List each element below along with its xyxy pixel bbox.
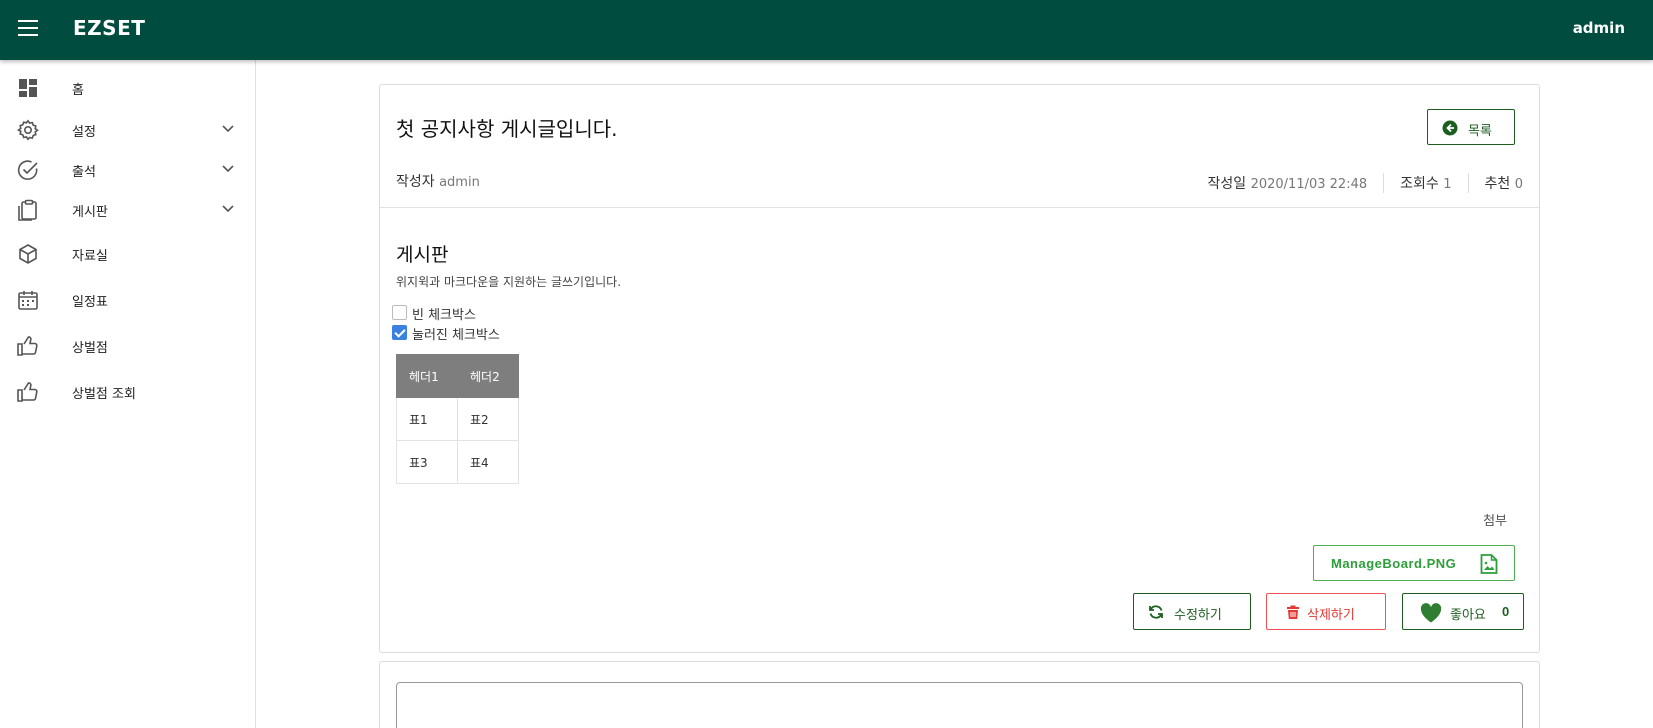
sidebar-item-merits-lookup[interactable]: 상벌점 조회: [0, 372, 255, 412]
views-label: 조회수: [1400, 176, 1439, 192]
sidebar-item-label: 상벌점: [72, 341, 108, 356]
table-header-cell: 헤더1: [396, 354, 458, 398]
divider: [380, 207, 1539, 208]
arrow-left-circle-icon: [1442, 120, 1458, 136]
post-title: 첫 공지사항 게시글입니다.: [396, 117, 618, 141]
comment-card: [379, 661, 1540, 728]
table-cell: 표4: [457, 440, 519, 484]
thumbs-up-icon: [17, 382, 38, 402]
table-cell: 표2: [457, 397, 519, 441]
checkbox-empty[interactable]: [392, 305, 407, 320]
checkbox-label: 빈 체크박스: [412, 308, 476, 323]
recommend-value: 0: [1514, 177, 1523, 192]
refresh-icon: [1149, 605, 1163, 619]
thumbs-up-icon: [17, 336, 38, 356]
clipboard-icon: [18, 199, 37, 221]
post-meta: 작성일 2020/11/03 22:48 조회수 1 추천 0: [1192, 173, 1523, 193]
sidebar-item-schedule[interactable]: 일정표: [0, 280, 255, 320]
sidebar-item-label: 자료실: [72, 249, 108, 264]
edit-button-label: 수정하기: [1174, 607, 1222, 622]
chevron-down-icon[interactable]: [220, 120, 236, 136]
checkbox-checked[interactable]: [392, 325, 407, 340]
delete-button[interactable]: 삭제하기: [1266, 593, 1386, 630]
table-cell: 표1: [396, 397, 458, 441]
date-label: 작성일: [1207, 176, 1247, 192]
sidebar-item-board[interactable]: 게시판: [0, 190, 255, 230]
chevron-down-icon[interactable]: [220, 200, 236, 216]
like-count: 0: [1502, 604, 1510, 619]
post-views: 조회수 1: [1383, 173, 1467, 193]
sidebar-item-label: 설정: [72, 125, 96, 140]
trash-icon: [1287, 605, 1299, 619]
hamburger-icon[interactable]: [18, 20, 38, 36]
attachment-label: 첨부: [1483, 514, 1507, 529]
recommend-label: 추천: [1484, 176, 1511, 192]
attachment-file-button[interactable]: ManageBoard.PNG: [1313, 545, 1515, 581]
delete-button-label: 삭제하기: [1307, 607, 1355, 622]
check-circle-icon: [17, 160, 38, 180]
calendar-icon: [18, 291, 38, 310]
cube-icon: [19, 244, 37, 264]
date-value: 2020/11/03 22:48: [1250, 177, 1368, 192]
app-brand[interactable]: EZSET: [73, 16, 145, 40]
table-row: 표3 표4: [396, 440, 519, 484]
dashboard-icon: [19, 79, 37, 97]
comment-input[interactable]: [396, 682, 1523, 728]
author-value: admin: [439, 175, 480, 190]
sidebar-item-archive[interactable]: 자료실: [0, 234, 255, 274]
sidebar-item-home[interactable]: 홈: [0, 68, 255, 108]
table-header-row: 헤더1 헤더2: [396, 354, 519, 398]
image-file-icon: [1480, 554, 1498, 574]
attachment-file-name: ManageBoard.PNG: [1331, 556, 1457, 571]
content-table: 헤더1 헤더2 표1 표2 표3 표4: [396, 354, 519, 484]
views-value: 1: [1443, 177, 1452, 192]
sidebar-item-settings[interactable]: 설정: [0, 110, 255, 150]
table-cell: 표3: [396, 440, 458, 484]
author-label: 작성자: [396, 174, 435, 190]
content-heading: 게시판: [396, 244, 449, 266]
heart-icon: [1420, 603, 1442, 623]
top-app-bar: EZSET admin: [0, 0, 1653, 60]
sidebar-item-label: 출석: [72, 165, 96, 180]
user-name[interactable]: admin: [1573, 19, 1625, 37]
post-card: 첫 공지사항 게시글입니다. 목록 작성자 admin 작성일 2020/11/…: [379, 84, 1540, 653]
post-recommend: 추천 0: [1467, 173, 1523, 193]
sidebar-item-label: 홈: [72, 83, 84, 98]
sidebar-item-label: 상벌점 조회: [72, 387, 136, 402]
gear-icon: [16, 119, 39, 141]
sidebar-item-merits[interactable]: 상벌점: [0, 326, 255, 366]
list-button-label: 목록: [1468, 123, 1492, 138]
like-button-label: 좋아요: [1450, 607, 1486, 622]
post-author: 작성자 admin: [396, 171, 480, 191]
list-button[interactable]: 목록: [1427, 109, 1515, 145]
sidebar-item-label: 일정표: [72, 295, 108, 310]
checkbox-label: 눌러진 체크박스: [412, 328, 500, 343]
sidebar-item-label: 게시판: [72, 205, 108, 220]
table-row: 표1 표2: [396, 397, 519, 441]
sidebar-item-attendance[interactable]: 출석: [0, 150, 255, 190]
like-button[interactable]: 좋아요 0: [1402, 593, 1524, 630]
edit-button[interactable]: 수정하기: [1133, 593, 1251, 630]
content-description: 위지윅과 마크다운을 지원하는 글쓰기입니다.: [396, 275, 622, 289]
chevron-down-icon[interactable]: [220, 160, 236, 176]
post-date: 작성일 2020/11/03 22:48: [1192, 173, 1384, 193]
table-header-cell: 헤더2: [457, 354, 519, 398]
sidebar: 홈 설정 출석 게시판 자료실 일정표 상벌점 상벌점 조회: [0, 60, 256, 728]
